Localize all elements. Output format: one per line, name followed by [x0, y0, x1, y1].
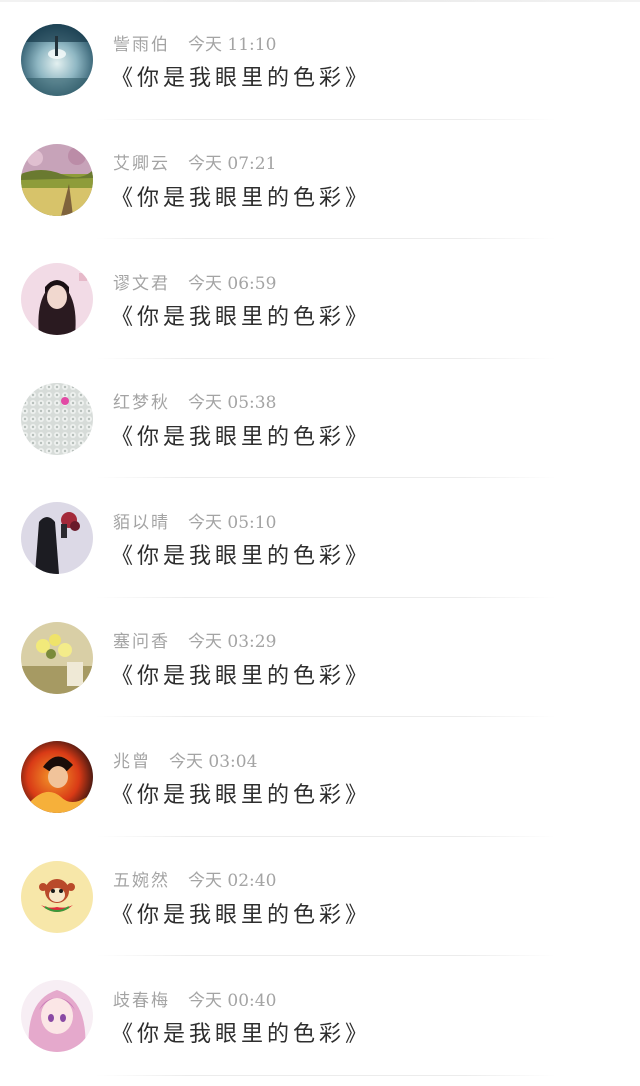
- sender-name[interactable]: 兆曾: [113, 747, 151, 772]
- name-time-row: 五婉然 今天 02:40: [113, 866, 276, 891]
- item-divider: [96, 1074, 556, 1076]
- sender-name[interactable]: 塞问香: [113, 627, 170, 652]
- sender-name[interactable]: 谬文君: [113, 269, 170, 294]
- message-text: 《你是我眼里的色彩》: [111, 1022, 372, 1047]
- message-text: 《你是我眼里的色彩》: [111, 783, 372, 808]
- message-text: 《你是我眼里的色彩》: [111, 424, 372, 450]
- message-text: 《你是我眼里的色彩》: [111, 66, 372, 91]
- avatar[interactable]: [21, 621, 93, 694]
- list-item[interactable]: 塞问香 今天 03:29 《你是我眼里的色彩》: [0, 598, 640, 717]
- timestamp-date: 今天: [188, 632, 222, 652]
- avatar-image: [21, 860, 93, 933]
- list-item[interactable]: 貊以晴 今天 05:10 《你是我眼里的色彩》: [0, 478, 640, 598]
- name-time-row: 艾卿云 今天 07:21: [113, 149, 276, 174]
- timestamp: 今天 03:29: [188, 627, 276, 652]
- sender-name[interactable]: 貊以晴: [113, 508, 170, 533]
- timestamp: 今天 11:10: [188, 30, 276, 55]
- avatar[interactable]: [21, 143, 93, 216]
- name-time-row: 訾雨伯 今天 11:10: [113, 30, 276, 55]
- timestamp-date: 今天: [188, 154, 222, 174]
- avatar-image: [21, 263, 93, 335]
- name-time-row: 兆曾 今天 03:04: [113, 747, 257, 772]
- timestamp-date: 今天: [188, 34, 222, 55]
- timestamp-date: 今天: [169, 751, 203, 772]
- timestamp-date: 今天: [188, 990, 222, 1011]
- avatar-image: [21, 24, 93, 96]
- name-time-row: 貊以晴 今天 05:10: [113, 508, 276, 533]
- avatar-image: [21, 382, 93, 455]
- timestamp-time: 03:29: [227, 632, 277, 652]
- timestamp-time: 05:38: [227, 393, 277, 413]
- timestamp-time: 02:40: [227, 871, 277, 891]
- name-time-row: 红梦秋 今天 05:38: [113, 388, 276, 413]
- timestamp-time: 00:40: [227, 990, 277, 1011]
- sender-name[interactable]: 艾卿云: [113, 149, 170, 174]
- timestamp: 今天 05:10: [188, 508, 276, 533]
- timestamp-date: 今天: [188, 512, 222, 533]
- avatar[interactable]: [21, 741, 93, 813]
- avatar-image: [21, 741, 93, 813]
- timestamp: 今天 05:38: [188, 388, 276, 413]
- name-time-row: 歧春梅 今天 00:40: [113, 986, 276, 1011]
- avatar-image: [21, 621, 93, 694]
- list-item[interactable]: 訾雨伯 今天 11:10 《你是我眼里的色彩》: [0, 0, 640, 120]
- name-time-row: 谬文君 今天 06:59: [113, 269, 276, 294]
- name-time-row: 塞问香 今天 03:29: [113, 627, 276, 652]
- timestamp: 今天 06:59: [188, 269, 276, 294]
- sender-name[interactable]: 歧春梅: [113, 986, 170, 1011]
- timestamp-date: 今天: [188, 393, 222, 413]
- avatar[interactable]: [21, 980, 93, 1052]
- sender-name[interactable]: 五婉然: [113, 866, 170, 891]
- message-text: 《你是我眼里的色彩》: [111, 185, 372, 211]
- avatar[interactable]: [21, 382, 93, 455]
- message-feed: 訾雨伯 今天 11:10 《你是我眼里的色彩》 艾卿云 今天 07:21 《你是…: [0, 0, 640, 1076]
- avatar[interactable]: [21, 24, 93, 96]
- timestamp-date: 今天: [188, 871, 222, 891]
- avatar[interactable]: [21, 860, 93, 933]
- message-text: 《你是我眼里的色彩》: [111, 902, 372, 928]
- timestamp: 今天 00:40: [188, 986, 276, 1011]
- list-item[interactable]: 兆曾 今天 03:04 《你是我眼里的色彩》: [0, 717, 640, 837]
- message-text: 《你是我眼里的色彩》: [111, 544, 372, 569]
- list-item[interactable]: 五婉然 今天 02:40 《你是我眼里的色彩》: [0, 837, 640, 956]
- timestamp-time: 11:10: [227, 34, 277, 55]
- list-item[interactable]: 艾卿云 今天 07:21 《你是我眼里的色彩》: [0, 120, 640, 239]
- timestamp-date: 今天: [188, 273, 222, 294]
- avatar-image: [21, 980, 93, 1052]
- list-item[interactable]: 谬文君 今天 06:59 《你是我眼里的色彩》: [0, 239, 640, 359]
- timestamp: 今天 07:21: [188, 149, 276, 174]
- avatar[interactable]: [21, 502, 93, 574]
- sender-name[interactable]: 訾雨伯: [113, 30, 170, 55]
- message-text: 《你是我眼里的色彩》: [111, 663, 372, 689]
- timestamp-time: 07:21: [227, 154, 277, 174]
- message-text: 《你是我眼里的色彩》: [111, 305, 372, 330]
- timestamp: 今天 03:04: [169, 747, 257, 772]
- list-item[interactable]: 红梦秋 今天 05:38 《你是我眼里的色彩》: [0, 359, 640, 478]
- avatar-image: [21, 502, 93, 574]
- timestamp: 今天 02:40: [188, 866, 276, 891]
- timestamp-time: 03:04: [208, 751, 258, 772]
- avatar-image: [21, 143, 93, 216]
- avatar[interactable]: [21, 263, 93, 335]
- timestamp-time: 05:10: [227, 512, 277, 533]
- list-item[interactable]: 歧春梅 今天 00:40 《你是我眼里的色彩》: [0, 956, 640, 1076]
- sender-name[interactable]: 红梦秋: [113, 388, 170, 413]
- timestamp-time: 06:59: [227, 273, 277, 294]
